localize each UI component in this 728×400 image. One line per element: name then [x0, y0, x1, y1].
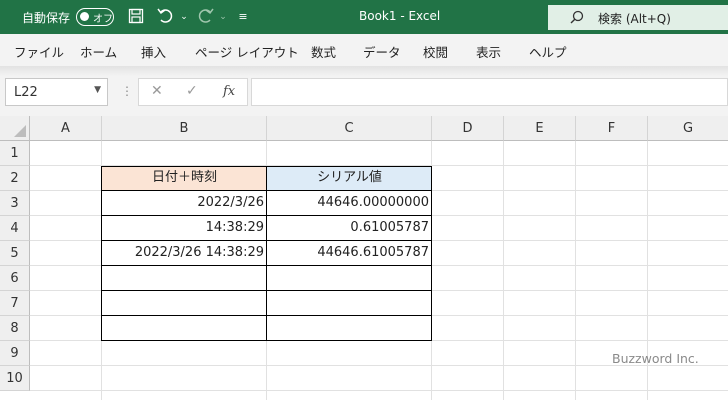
cell-b4[interactable]: 14:38:29	[102, 216, 267, 241]
gridline	[503, 141, 504, 400]
table-border	[101, 240, 432, 241]
save-icon[interactable]	[127, 8, 145, 26]
table-border	[101, 290, 432, 291]
table-border	[101, 190, 432, 191]
tab-data[interactable]: データ	[363, 42, 401, 61]
formula-input[interactable]	[251, 78, 728, 106]
column-header-e[interactable]: E	[504, 116, 576, 141]
search-label: 検索 (Alt+Q)	[598, 12, 671, 26]
cell-c3[interactable]: 44646.00000000	[267, 191, 432, 216]
row-header-1[interactable]: 1	[0, 141, 30, 166]
row-header-4[interactable]: 4	[0, 216, 30, 241]
tab-file[interactable]: ファイル	[14, 42, 64, 61]
insert-function-icon[interactable]: fx	[223, 84, 235, 99]
cell-c2[interactable]: シリアル値	[267, 166, 432, 191]
toggle-knob	[80, 12, 89, 21]
row-header-9[interactable]: 9	[0, 341, 30, 366]
ribbon-divider	[0, 66, 728, 76]
name-box-value: L22	[14, 85, 38, 100]
ribbon-tabs: ファイル ホーム 挿入 ページ レイアウト 数式 データ 校閲 表示 ヘルプ	[0, 34, 728, 66]
column-header-d[interactable]: D	[432, 116, 504, 141]
table-border	[101, 265, 432, 266]
name-box[interactable]: L22 ▼	[5, 78, 108, 106]
row-header-5[interactable]: 5	[0, 241, 30, 266]
cell-b2[interactable]: 日付＋時刻	[102, 166, 267, 191]
toggle-state: オフ	[93, 14, 113, 25]
row-header-2[interactable]: 2	[0, 166, 30, 191]
customize-toolbar-icon[interactable]: ≡	[234, 8, 252, 26]
undo-icon[interactable]	[157, 8, 175, 26]
table-border	[101, 340, 432, 341]
column-header-a[interactable]: A	[30, 116, 102, 141]
watermark: Buzzword Inc.	[612, 351, 699, 366]
row-header-8[interactable]: 8	[0, 316, 30, 341]
table-border	[101, 215, 432, 216]
row-header-3[interactable]: 3	[0, 191, 30, 216]
enter-check-icon[interactable]: ✓	[186, 83, 198, 99]
tab-help[interactable]: ヘルプ	[529, 42, 567, 61]
cell-b3[interactable]: 2022/3/26	[102, 191, 267, 216]
document-title: Book1 - Excel	[359, 9, 441, 23]
table-border	[101, 166, 432, 167]
cell-c5[interactable]: 44646.61005787	[267, 241, 432, 266]
autosave-label: 自動保存	[22, 11, 71, 25]
title-bar: 自動保存 オフ ⌄ ⌄ ≡ Book1 - Excel 検索 (Alt+Q)	[0, 0, 728, 34]
tab-view[interactable]: 表示	[476, 42, 501, 61]
autosave-toggle[interactable]: オフ	[76, 8, 114, 26]
row-header-7[interactable]: 7	[0, 291, 30, 316]
select-all-triangle-icon	[14, 125, 26, 137]
chevron-down-icon[interactable]: ▼	[94, 85, 101, 95]
column-header-f[interactable]: F	[576, 116, 648, 141]
tab-insert[interactable]: 挿入	[141, 42, 166, 61]
column-header-c[interactable]: C	[267, 116, 432, 141]
redo-dropdown-icon[interactable]: ⌄	[214, 8, 232, 26]
search-box[interactable]: 検索 (Alt+Q)	[548, 5, 728, 30]
row-header-10[interactable]: 10	[0, 366, 30, 391]
column-header-g[interactable]: G	[648, 116, 728, 141]
formula-buttons: ✕ ✓ fx	[138, 78, 248, 106]
cancel-icon[interactable]: ✕	[151, 83, 163, 99]
redo-icon[interactable]	[196, 8, 214, 26]
cell-b5[interactable]: 2022/3/26 14:38:29	[102, 241, 267, 266]
formula-bar-spacer	[0, 108, 728, 116]
tab-home[interactable]: ホーム	[80, 42, 117, 61]
select-all-corner[interactable]	[0, 116, 30, 141]
undo-dropdown-icon[interactable]: ⌄	[175, 8, 193, 26]
tab-formulas[interactable]: 数式	[311, 42, 336, 61]
tab-page-layout[interactable]: ページ レイアウト	[195, 42, 299, 61]
table-border	[101, 315, 432, 316]
row-header-6[interactable]: 6	[0, 266, 30, 291]
gridline	[575, 141, 576, 400]
column-header-b[interactable]: B	[102, 116, 267, 141]
formula-bar: L22 ▼ ⋮ ✕ ✓ fx	[0, 76, 728, 108]
cell-c4[interactable]: 0.61005787	[267, 216, 432, 241]
search-icon	[570, 10, 584, 24]
gridline	[30, 390, 728, 391]
tab-review[interactable]: 校閲	[423, 42, 448, 61]
drag-handle-icon[interactable]: ⋮	[121, 84, 133, 98]
